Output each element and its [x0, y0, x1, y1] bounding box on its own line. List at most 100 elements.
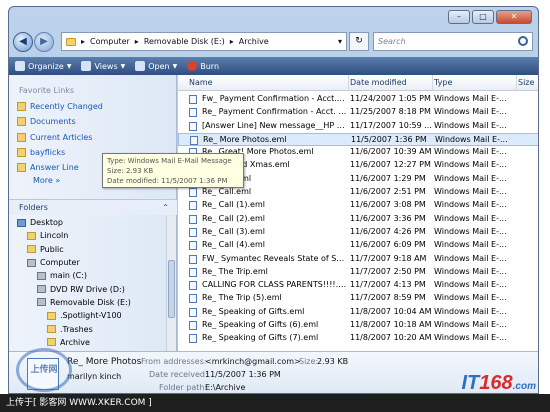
column-divider[interactable] — [516, 75, 517, 91]
file-row[interactable]: Re_ Payment Confirmation - Acct. N... 11/… — [178, 106, 538, 119]
views-label: Views — [94, 61, 118, 71]
file-row[interactable]: Re_ Speaking of Gifts (7).eml 11/8/2007 1… — [178, 332, 538, 345]
search-input[interactable]: Search — [373, 32, 533, 51]
file-row[interactable]: Re_ Speaking of Gifts (6).eml 11/8/2007 1… — [178, 319, 538, 332]
column-header-size[interactable]: Size — [518, 78, 534, 87]
column-header-row: Name Date modified Type Size — [178, 75, 538, 91]
folder-tree-item[interactable]: main (C:) — [9, 269, 167, 282]
file-name: [Answer Line] New message__HP ZX... — [202, 120, 347, 130]
organize-button[interactable]: Organize ▼ — [15, 61, 71, 71]
file-row[interactable]: Re_ The Trip (5).eml 11/7/2007 8:59 PM Win… — [178, 292, 538, 305]
folder-tree-item[interactable]: DVD RW Drive (D:) — [9, 282, 167, 295]
favorite-link-recently-changed[interactable]: Recently Changed — [17, 99, 167, 114]
file-name: Re_ Call (2).eml — [202, 213, 265, 223]
maximize-button[interactable]: □ — [472, 10, 494, 24]
close-button[interactable]: ✕ — [496, 10, 532, 24]
file-name: Re_ Call (4).eml — [202, 240, 265, 250]
folders-header[interactable]: Folders ⌃ — [9, 199, 177, 215]
file-row[interactable]: Re_ Call (4).eml 11/6/2007 6:09 PM Windows… — [178, 239, 538, 252]
column-header-name[interactable]: Name — [189, 78, 213, 87]
details-received-value: 11/5/2007 1:36 PM — [205, 370, 281, 379]
file-row[interactable]: CALLING FOR CLASS PARENTS!!!!.eml 11/7/20… — [178, 279, 538, 292]
file-row[interactable]: Re_ Call (1).eml 11/6/2007 3:08 PM Windows… — [178, 199, 538, 212]
file-row[interactable]: Re_ Speaking of Gifts.eml 11/8/2007 10:04… — [178, 306, 538, 319]
file-row[interactable]: Re_ The Trip.eml 11/7/2007 2:50 PM Windows… — [178, 266, 538, 279]
organize-label: Organize — [28, 61, 64, 71]
burn-label: Burn — [200, 61, 220, 71]
chevron-down-icon[interactable]: ▾ — [338, 37, 346, 46]
file-row[interactable]: [Answer Line] New message__HP ZX... 11/17… — [178, 120, 538, 133]
open-icon — [135, 61, 146, 71]
back-button[interactable]: ◀ — [13, 32, 33, 52]
chevron-up-icon[interactable]: ⌃ — [162, 200, 169, 215]
scroll-thumb[interactable] — [168, 260, 175, 318]
breadcrumb-computer[interactable]: Computer — [90, 37, 130, 46]
folder-icon — [27, 245, 36, 254]
forward-button[interactable]: ▶ — [34, 32, 54, 52]
details-size-label: Size: — [299, 357, 319, 366]
watermark-right-domain: .com — [512, 381, 536, 392]
favorite-link-documents[interactable]: Documents — [17, 114, 167, 129]
file-row[interactable]: FW_ Symantec Reveals State of Spa... 11/7… — [178, 253, 538, 266]
folder-tree-item[interactable]: .Trashes — [9, 322, 167, 335]
column-divider[interactable] — [348, 75, 349, 91]
file-type: Windows Mail E-... — [434, 200, 507, 210]
file-date: 11/24/2007 1:05 PM — [350, 94, 431, 103]
favorite-link-label: Answer Line — [30, 163, 79, 173]
file-name: FW_ Symantec Reveals State of Spa... — [202, 253, 347, 263]
file-type: Windows Mail E-... — [434, 187, 507, 197]
folder-tree-item[interactable]: Removable Disk (E:) — [9, 296, 167, 309]
email-file-icon — [189, 281, 197, 291]
file-name: Re_ Speaking of Gifts.eml — [202, 306, 305, 316]
file-name: Re_ The Trip (5).eml — [202, 293, 282, 303]
breadcrumb-removable-disk[interactable]: Removable Disk (E:) — [144, 37, 225, 46]
open-button[interactable]: Open ▼ — [135, 61, 177, 71]
folder-tree-item[interactable]: Computer — [9, 256, 167, 269]
address-bar[interactable]: ▸ Computer ▸ Removable Disk (E:) ▸ Archi… — [61, 32, 347, 51]
column-divider[interactable] — [432, 75, 433, 91]
column-header-type[interactable]: Type — [434, 78, 452, 87]
file-type: Windows Mail E-... — [434, 320, 507, 330]
file-date: 11/6/2007 4:26 PM — [350, 226, 426, 236]
burn-button[interactable]: Burn — [187, 61, 219, 71]
folder-tree-item[interactable]: Public — [9, 243, 167, 256]
file-row[interactable]: Re_ More Photos.eml 11/5/2007 1:36 PM Wind… — [178, 132, 538, 147]
explorer-window: – □ ✕ ◀ ▶ ▸ Computer ▸ Removable Disk (E… — [8, 6, 539, 394]
file-type: Windows Mail E-... — [434, 293, 507, 303]
email-file-icon — [189, 254, 197, 264]
file-row[interactable]: Re_ Call (2).eml 11/6/2007 3:36 PM Windows… — [178, 213, 538, 226]
file-name: CALLING FOR CLASS PARENTS!!!!.eml — [202, 280, 347, 290]
minimize-button[interactable]: – — [448, 10, 470, 24]
file-type: Windows Mail E-... — [434, 107, 507, 117]
file-date: 11/6/2007 10:39 AM — [350, 147, 432, 157]
email-file-icon — [189, 121, 197, 131]
breadcrumb-archive[interactable]: Archive — [239, 37, 269, 46]
file-date: 11/7/2007 4:13 PM — [350, 280, 426, 290]
file-name: Re_ Speaking of Gifts (6).eml — [202, 320, 319, 330]
breadcrumb-separator-icon: ▸ — [134, 37, 139, 46]
folder-tree-item[interactable]: .Spotlight-V100 — [9, 309, 167, 322]
column-header-date[interactable]: Date modified — [350, 78, 407, 87]
folder-tree-item[interactable]: Desktop — [9, 216, 167, 229]
email-file-icon — [189, 307, 197, 317]
file-type: Windows Mail E-... — [434, 333, 507, 343]
chevron-down-icon: ▼ — [172, 62, 178, 70]
file-date: 11/8/2007 10:20 AM — [350, 333, 432, 343]
favorite-links-title: Favorite Links — [19, 86, 75, 95]
watermark-logo-right: IT168.com — [462, 372, 537, 395]
views-button[interactable]: Views ▼ — [81, 61, 125, 71]
refresh-button[interactable]: ↻ — [349, 32, 369, 51]
file-row[interactable]: Re_ Call.eml 11/6/2007 2:51 PM Windows Mai… — [178, 186, 538, 199]
search-icon[interactable] — [518, 36, 528, 46]
favorite-link-current-articles[interactable]: Current Articles — [17, 130, 167, 145]
folder-tree-scrollbar[interactable] — [166, 216, 176, 351]
file-row[interactable]: Fw_ Payment Confirmation - Acct. N... 11/… — [178, 93, 538, 106]
file-name: Re_ Speaking of Gifts (7).eml — [202, 333, 319, 343]
folder-tree-item[interactable]: Archive — [9, 336, 167, 349]
file-row[interactable]: Re_ Call (3).eml 11/6/2007 4:26 PM Windows… — [178, 226, 538, 239]
file-name: Re_ Call (1).eml — [202, 200, 265, 210]
folder-tree: Desktop Lincoln Public Computer main (C:) DVD… — [9, 216, 167, 362]
folder-tree-item[interactable]: Lincoln — [9, 229, 167, 242]
drive-icon — [37, 271, 46, 280]
folder-icon — [47, 325, 56, 334]
